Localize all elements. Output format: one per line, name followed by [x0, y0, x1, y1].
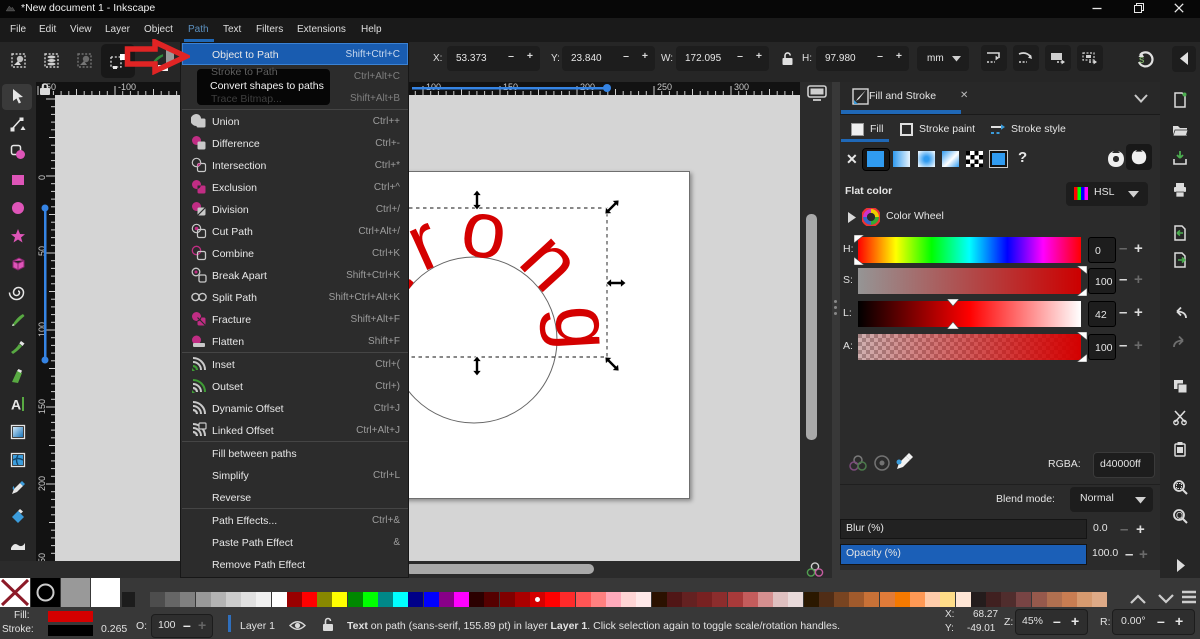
svg-text:250: 250 — [37, 553, 47, 561]
svg-text:Q: Q — [1176, 511, 1183, 521]
svg-text:250: 250 — [657, 82, 672, 92]
svg-text:-100: -100 — [118, 82, 136, 92]
svg-text:S: S — [1139, 56, 1145, 65]
svg-text:200: 200 — [37, 476, 47, 491]
svg-text:0: 0 — [37, 175, 47, 180]
svg-text:A: A — [11, 397, 21, 413]
svg-text:150: 150 — [37, 399, 47, 414]
svg-text:300: 300 — [734, 82, 749, 92]
